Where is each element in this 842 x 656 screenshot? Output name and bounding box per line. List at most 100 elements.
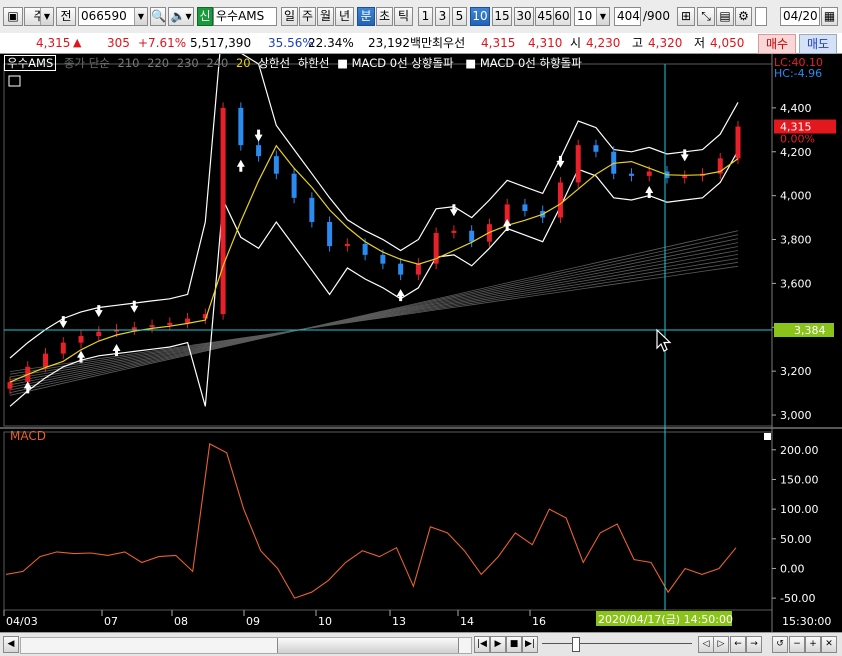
price-tick-label: 3,000 [780,409,812,422]
grid-icon[interactable]: ⊞ [677,7,695,26]
period-tab-second[interactable]: 초 [376,7,393,26]
period-tab-minute[interactable]: 분 [357,7,375,26]
play-icon[interactable]: ▶| [522,636,538,653]
macd-tick-label: 100.00 [780,503,819,516]
bottom-bar: ◀ |◀ ▶ ■ ▶| ◁ ▷ ← → ↺ − + ✕ [0,632,842,656]
speaker-icon[interactable]: 🔈▾ [168,7,194,26]
reset-icon[interactable]: ↺ [772,636,788,653]
next-view-icon[interactable]: → [746,636,762,653]
legend-ma-20: 20 [235,56,251,70]
candle-body [398,263,404,275]
ma-fan-line [9,250,739,383]
chart-area[interactable]: 4,4004,2004,0003,8003,6003,4003,2003,000… [0,54,842,632]
candle-body [575,145,581,183]
macd-close-icon [764,433,771,440]
chevron-down-icon[interactable]: ▼ [134,8,147,25]
candle-body [522,204,528,211]
ask-price: 4,315 [481,36,516,50]
candle-body [327,221,333,247]
minute-30-button[interactable]: 30 [514,7,534,26]
candle-body [628,173,634,176]
candle-body [167,322,173,326]
bollinger-upper-line [9,54,739,359]
minute-60-button[interactable]: 60 [553,7,571,26]
period-tab-week[interactable]: 주 [299,7,316,26]
price-tick-label: 3,600 [780,277,812,290]
legend-lower: 하한선 [297,56,330,70]
save-icon[interactable]: ▤ [716,7,734,26]
macd-tick-label: 200.00 [780,444,819,457]
x-tick-label: 07 [104,615,118,628]
legend-upper: 상한선 [258,56,291,70]
date-checkbox[interactable] [755,7,767,26]
x-tick-label: 14 [460,615,474,628]
minute-3-button[interactable]: 3 [435,7,450,26]
macd-label: MACD [10,429,46,443]
zoom-slider-thumb[interactable] [572,637,580,652]
bid-price: 4,310 [528,36,563,50]
ma-fan-line [9,265,739,372]
date-input[interactable]: 04/20 [780,7,820,26]
scroll-right-icon[interactable]: ▶ [490,636,506,653]
minus-icon[interactable]: − [789,636,805,653]
chart-tool-icon[interactable]: ⤡ [697,7,715,26]
high-label: 고 [632,36,644,50]
interval-select[interactable]: 10 ▼ [574,7,610,26]
scrollbar-thumb[interactable] [277,638,459,653]
period-tab-month[interactable]: 월 [317,7,334,26]
scroll-start-icon[interactable]: |◀ [474,636,490,653]
trade-amount: 23,192백만 [368,36,433,50]
code-input[interactable]: 066590 ▼ [78,7,148,26]
calendar-icon[interactable]: ▦ [821,7,838,26]
minute-10-button[interactable]: 10 [470,7,490,26]
search-icon[interactable]: 🔍 [150,7,166,26]
minute-5-button[interactable]: 5 [452,7,467,26]
new-badge: 신 [197,7,213,26]
volume: 5,517,390 [190,36,252,50]
window-icon[interactable]: ▣ [3,7,23,26]
menu-dropdown[interactable]: 주 ▼ [24,7,54,26]
zoom-slider[interactable] [542,643,692,644]
zoom-in-icon[interactable]: ▷ [713,636,729,653]
legend-ma-210: 210 [117,56,140,70]
period-tab-year[interactable]: 년 [335,7,354,26]
buy-button[interactable]: 매수 [758,34,796,54]
sell-signal-arrow [556,155,565,168]
low-label: 저 [694,36,706,50]
chevron-down-icon: ▼ [40,8,53,25]
minute-15-button[interactable]: 15 [492,7,512,26]
period-tab-tick[interactable]: 틱 [394,7,413,26]
mouse-cursor-icon [656,328,672,352]
ma-fan-line [9,234,739,394]
crosshair-time-label: 2020/04/17(금) 14:50:00 [598,613,733,626]
previous-view-icon[interactable]: ← [730,636,746,653]
scroll-left-icon[interactable]: ◀ [3,636,19,653]
prev-button[interactable]: 전 [56,7,76,26]
candle-body [309,197,315,222]
plus-icon[interactable]: + [805,636,821,653]
sell-button[interactable]: 매도 [799,34,837,54]
macd-pane-frame [3,431,773,611]
candle-body [735,126,741,159]
count-total: /900 [643,9,670,23]
x-tick-label: 16 [532,615,546,628]
change-percent: +7.61% [138,36,187,50]
ma-fan-line [9,254,739,380]
candle-body [557,182,563,218]
period-tab-day[interactable]: 일 [281,7,298,26]
minute-45-button[interactable]: 45 [535,7,555,26]
stock-name-field[interactable]: 우수AMS [213,7,277,26]
count-input[interactable]: 404 [614,7,641,26]
zoom-out-icon[interactable]: ◁ [698,636,714,653]
horizontal-scrollbar[interactable] [20,637,472,654]
stop-icon[interactable]: ■ [506,636,522,653]
candle-body [96,331,102,337]
close-icon[interactable]: ✕ [821,636,837,653]
legend-ma-220: 220 [147,56,170,70]
last-price-percent: 0.00% [780,133,815,146]
legend-macd-down: ■ MACD 0선 하향돌파 [465,56,582,70]
gear-icon[interactable]: ⚙ [735,7,752,26]
chart-canvas[interactable]: 4,4004,2004,0003,8003,6003,4003,2003,000… [0,54,842,632]
minute-1-button[interactable]: 1 [418,7,433,26]
candle-body [291,173,297,198]
